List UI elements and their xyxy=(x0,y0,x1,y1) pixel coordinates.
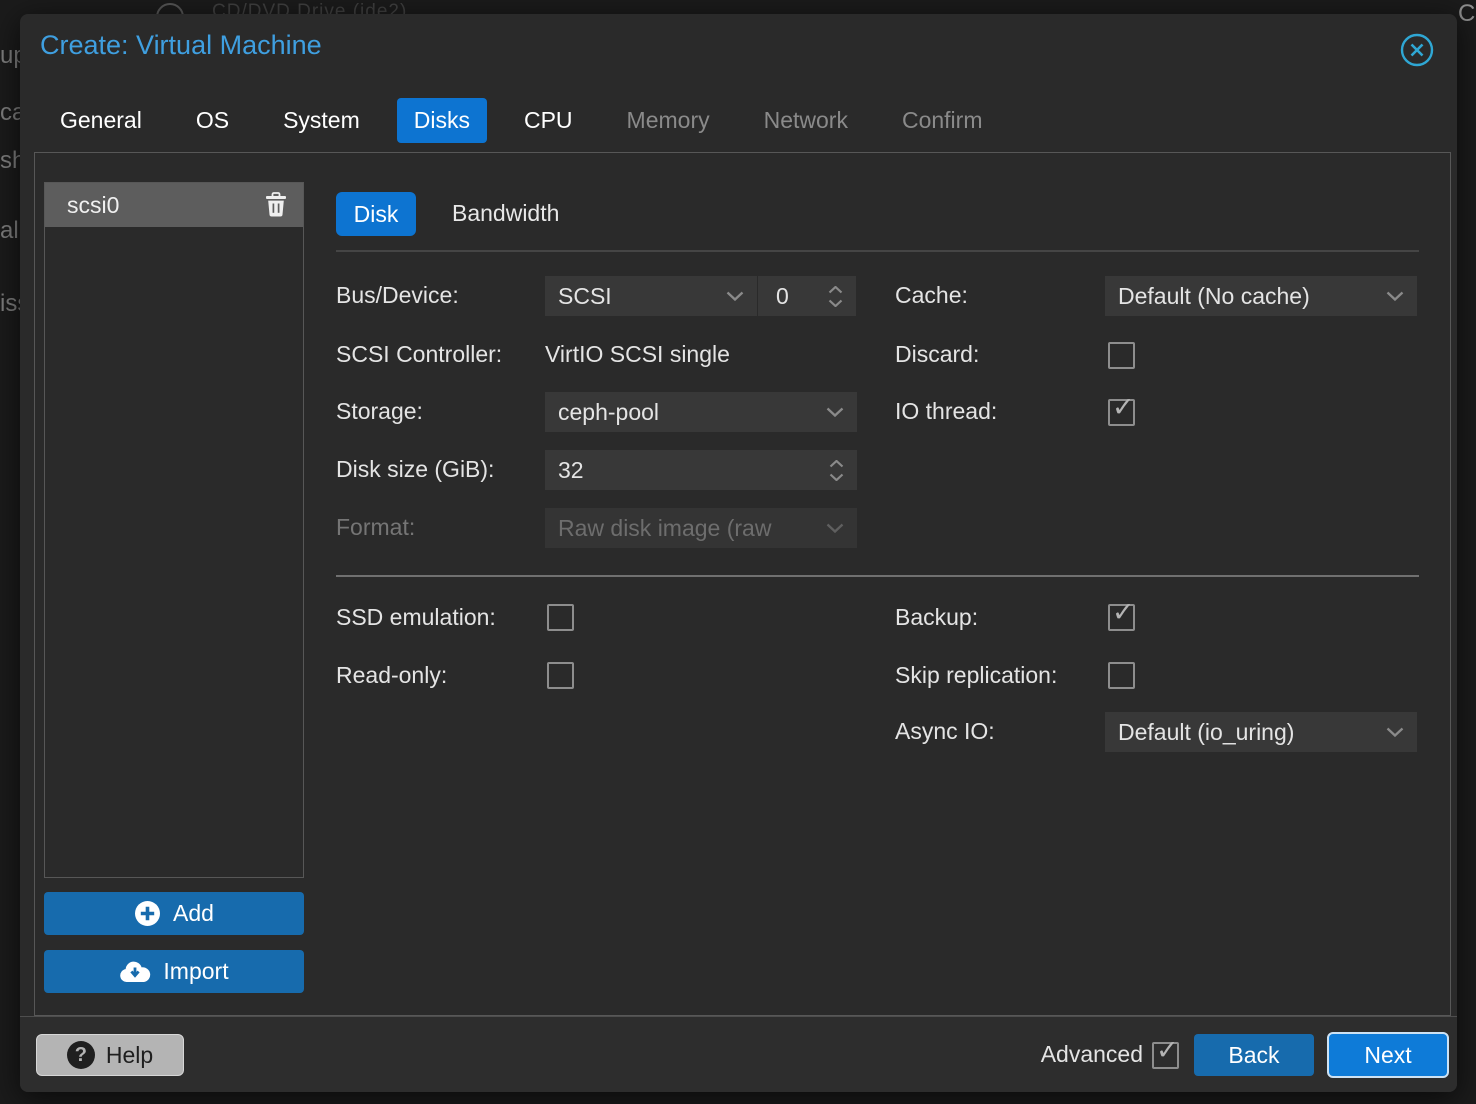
spinner-arrows-icon[interactable] xyxy=(829,460,844,481)
bus-device-value: SCSI xyxy=(558,283,612,310)
tab-memory: Memory xyxy=(610,98,727,143)
advanced-checkbox[interactable]: ✓ xyxy=(1152,1042,1179,1069)
create-vm-dialog: Create: Virtual Machine General OS Syste… xyxy=(20,14,1457,1092)
ssd-emulation-label: SSD emulation: xyxy=(336,604,496,631)
bus-device-label: Bus/Device: xyxy=(336,282,459,309)
back-button[interactable]: Back xyxy=(1194,1034,1314,1076)
tab-confirm: Confirm xyxy=(885,98,1000,143)
checkmark-icon: ✓ xyxy=(1112,394,1135,421)
chevron-down-icon xyxy=(826,523,844,534)
async-io-value: Default (io_uring) xyxy=(1118,719,1294,746)
bus-device-number-stepper[interactable]: 0 xyxy=(758,276,856,316)
discard-label: Discard: xyxy=(895,341,979,368)
chevron-down-icon[interactable] xyxy=(1386,727,1404,738)
disk-item-label: scsi0 xyxy=(67,192,119,219)
format-label: Format: xyxy=(336,514,415,541)
disk-size-label: Disk size (GiB): xyxy=(336,456,494,483)
disk-size-value: 32 xyxy=(558,457,584,484)
checkmark-icon: ✓ xyxy=(1112,599,1135,626)
bg-fragment: C xyxy=(1458,0,1475,28)
spinner-arrows-icon[interactable] xyxy=(828,286,843,307)
tab-cpu[interactable]: CPU xyxy=(507,98,590,143)
advanced-label: Advanced xyxy=(1041,1041,1143,1068)
import-disk-button[interactable]: Import xyxy=(44,950,304,993)
read-only-label: Read-only: xyxy=(336,662,447,689)
plus-circle-icon xyxy=(134,900,161,927)
add-disk-button[interactable]: Add xyxy=(44,892,304,935)
scsi-controller-value: VirtIO SCSI single xyxy=(545,341,730,368)
tab-general[interactable]: General xyxy=(43,98,159,143)
bus-device-select[interactable]: SCSI xyxy=(545,276,757,316)
question-circle-icon: ? xyxy=(67,1041,95,1069)
disk-size-stepper[interactable]: 32 xyxy=(545,450,857,490)
cache-value: Default (No cache) xyxy=(1118,283,1310,310)
tab-disks[interactable]: Disks xyxy=(397,98,487,143)
backup-label: Backup: xyxy=(895,604,978,631)
import-button-label: Import xyxy=(163,958,228,985)
advanced-section-divider xyxy=(336,575,1419,577)
backup-checkbox[interactable]: ✓ xyxy=(1108,604,1135,631)
discard-checkbox[interactable] xyxy=(1108,342,1135,369)
tab-network: Network xyxy=(747,98,865,143)
skip-replication-checkbox[interactable] xyxy=(1108,662,1135,689)
io-thread-label: IO thread: xyxy=(895,398,997,425)
trash-icon[interactable] xyxy=(265,192,287,218)
add-button-label: Add xyxy=(173,900,214,927)
async-io-select[interactable]: Default (io_uring) xyxy=(1105,712,1417,752)
disk-list-panel: scsi0 xyxy=(44,182,304,878)
storage-value: ceph-pool xyxy=(558,399,659,426)
format-value: Raw disk image (raw xyxy=(558,515,771,542)
io-thread-checkbox[interactable]: ✓ xyxy=(1108,399,1135,426)
storage-label: Storage: xyxy=(336,398,423,425)
subtab-divider xyxy=(336,250,1419,252)
screen: up ca sh all iss CD/DVD Drive (ide2) C C… xyxy=(0,0,1476,1104)
cache-select[interactable]: Default (No cache) xyxy=(1105,276,1417,316)
format-select-disabled: Raw disk image (raw xyxy=(545,508,857,548)
chevron-down-icon[interactable] xyxy=(726,291,744,302)
help-button[interactable]: ? Help xyxy=(36,1034,184,1076)
dialog-footer: ? Help Advanced ✓ Back Next xyxy=(20,1016,1457,1092)
async-io-label: Async IO: xyxy=(895,718,995,745)
storage-select[interactable]: ceph-pool xyxy=(545,392,857,432)
subtab-disk[interactable]: Disk xyxy=(336,192,416,236)
wizard-tabs: General OS System Disks CPU Memory Netwo… xyxy=(43,98,999,143)
subtab-bandwidth[interactable]: Bandwidth xyxy=(452,200,559,227)
checkmark-icon: ✓ xyxy=(1156,1037,1179,1064)
chevron-down-icon[interactable] xyxy=(1386,291,1404,302)
tab-os[interactable]: OS xyxy=(179,98,246,143)
cache-label: Cache: xyxy=(895,282,968,309)
read-only-checkbox[interactable] xyxy=(547,662,574,689)
disk-list-item-scsi0[interactable]: scsi0 xyxy=(45,183,303,227)
dialog-title: Create: Virtual Machine xyxy=(40,30,322,61)
close-icon[interactable] xyxy=(1399,32,1435,68)
help-button-label: Help xyxy=(106,1042,153,1069)
next-button-label: Next xyxy=(1364,1042,1411,1069)
scsi-controller-label: SCSI Controller: xyxy=(336,341,502,368)
next-button[interactable]: Next xyxy=(1327,1032,1449,1078)
chevron-down-icon[interactable] xyxy=(826,407,844,418)
tab-system[interactable]: System xyxy=(266,98,377,143)
bus-device-number: 0 xyxy=(776,283,789,310)
skip-replication-label: Skip replication: xyxy=(895,662,1057,689)
back-button-label: Back xyxy=(1228,1042,1279,1069)
cloud-download-icon xyxy=(119,960,151,983)
ssd-emulation-checkbox[interactable] xyxy=(547,604,574,631)
